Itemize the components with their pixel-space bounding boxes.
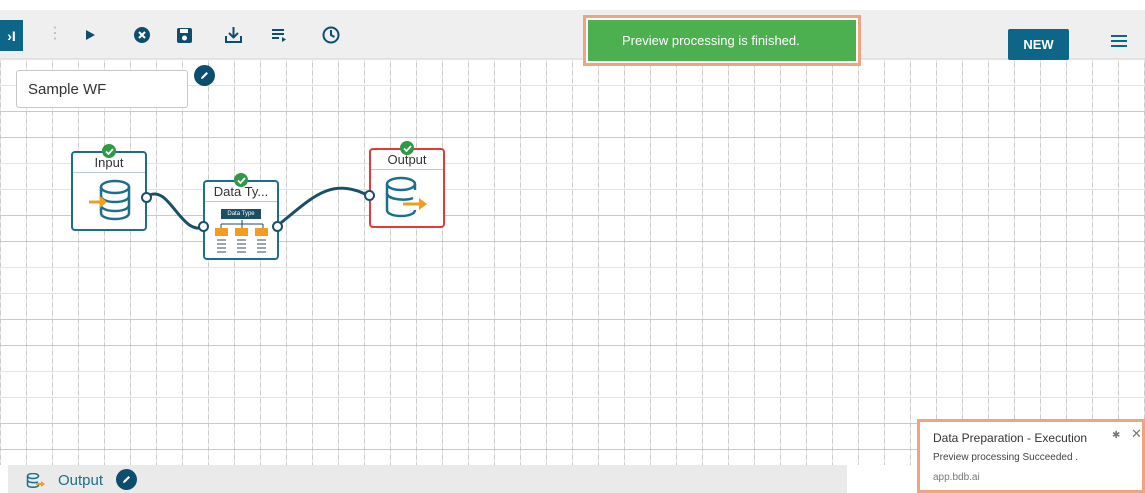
toolbar: ›I ⋮ NEW — [0, 10, 1145, 60]
download-icon[interactable] — [222, 24, 244, 46]
drag-handle-icon: ⋮ — [47, 25, 63, 42]
new-button[interactable]: NEW — [1008, 29, 1069, 60]
node-data-type[interactable]: Data Ty... Data Type — [203, 180, 279, 260]
list-run-icon[interactable] — [268, 24, 290, 46]
output-port[interactable] — [272, 221, 283, 232]
database-output-icon — [26, 473, 45, 488]
play-icon[interactable] — [79, 24, 101, 46]
menu-list-icon[interactable] — [1110, 34, 1130, 54]
bottom-tab-label: Output — [58, 472, 104, 489]
collapse-panel-button[interactable]: ›I — [0, 20, 23, 51]
input-port[interactable] — [198, 221, 209, 232]
gear-icon[interactable]: ✱ — [1112, 430, 1120, 441]
close-icon[interactable]: ✕ — [1131, 426, 1142, 442]
edit-name-icon[interactable] — [194, 65, 215, 86]
edit-icon[interactable] — [116, 469, 137, 490]
database-input-icon — [89, 179, 131, 221]
node-input[interactable]: Input — [71, 151, 147, 231]
stop-icon[interactable] — [131, 24, 153, 46]
history-icon[interactable] — [320, 24, 342, 46]
notification-body: Preview processing Succeeded . — [933, 452, 1079, 463]
success-check-icon — [234, 173, 248, 187]
notification-source: app.bdb.ai — [933, 472, 980, 483]
data-type-icon — [215, 220, 268, 253]
save-icon[interactable] — [173, 24, 195, 46]
toast-notification: Preview processing is finished. — [583, 15, 861, 66]
workflow-editor: ›I ⋮ NEW Preview processing is finished.… — [0, 0, 1145, 493]
execution-notification: Data Preparation - Execution ✱ ✕ Preview… — [917, 419, 1145, 493]
node-output[interactable]: Output — [369, 148, 445, 228]
toast-message: Preview processing is finished. — [588, 20, 856, 61]
output-port[interactable] — [141, 192, 152, 203]
success-check-icon — [400, 141, 414, 155]
success-check-icon — [102, 144, 116, 158]
notification-title: Data Preparation - Execution — [933, 431, 1088, 445]
data-type-label: Data Type — [221, 209, 261, 219]
database-output-icon — [385, 176, 427, 218]
workflow-canvas[interactable] — [0, 59, 1145, 465]
workflow-name-input[interactable]: Sample WF — [16, 70, 188, 108]
input-port[interactable] — [364, 190, 375, 201]
bottom-panel-tab[interactable]: Output — [8, 465, 847, 493]
